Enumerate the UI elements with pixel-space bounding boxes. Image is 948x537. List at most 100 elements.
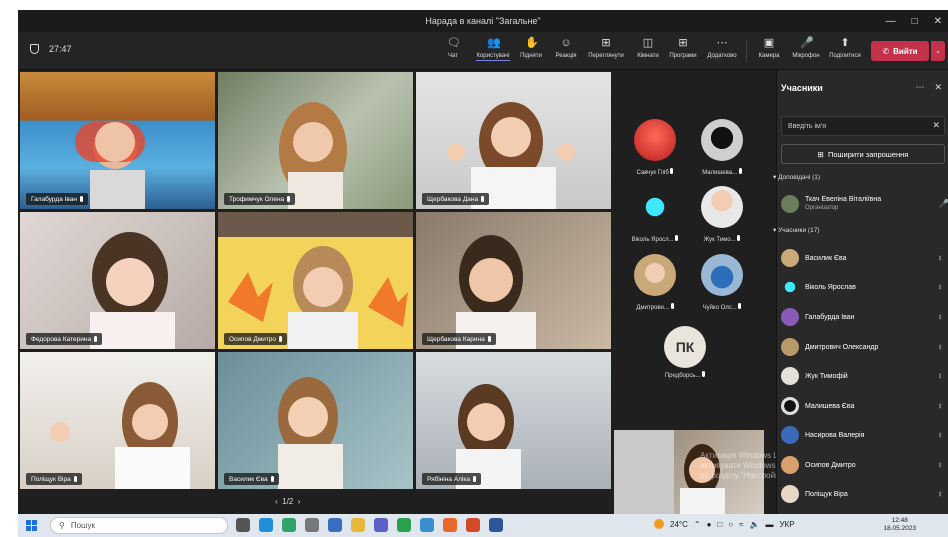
share-invite-button[interactable]: ⊞ Поширити запрошення	[781, 144, 945, 164]
chevron-right-icon[interactable]: ›	[298, 497, 301, 506]
weather-icon[interactable]	[654, 519, 664, 529]
rooms-icon: ◫	[642, 37, 654, 49]
teams-icon[interactable]	[374, 518, 388, 532]
avatar[interactable]	[701, 254, 743, 296]
mic-muted-icon: ⦂	[939, 253, 942, 262]
window-titlebar: Нарада в каналі "Загальне" — □ ✕	[18, 10, 948, 32]
attendees-section-header[interactable]: ▾ Учасники (17)	[773, 226, 820, 234]
chevron-up-icon[interactable]: ⌃	[694, 520, 701, 529]
view-button[interactable]: ⊞ Переглянути	[586, 37, 626, 59]
task-view-icon[interactable]	[236, 518, 250, 532]
language-indicator[interactable]: УКР	[779, 520, 794, 529]
video-tile[interactable]: Федорова Катерина	[20, 212, 215, 349]
video-tile[interactable]: Трофимчук Олена	[218, 72, 413, 209]
video-feed	[447, 102, 575, 209]
avatar-initials[interactable]: ПК	[664, 326, 706, 368]
windows-start-icon[interactable]	[26, 520, 37, 531]
participant-row[interactable]: Осипов Дмитро ⦂	[781, 454, 947, 476]
rooms-button[interactable]: ◫ Кімнати	[628, 37, 668, 59]
app-icon[interactable]	[420, 518, 434, 532]
tray-icon[interactable]: ●	[707, 520, 712, 529]
app-icon[interactable]	[443, 518, 457, 532]
wifi-icon[interactable]: ≈	[739, 520, 743, 529]
participant-row[interactable]: Дмитрович Олександр ⦂	[781, 336, 947, 358]
participant-row[interactable]: Василик Єва ⦂	[781, 247, 947, 269]
taskbar-search-input[interactable]: ⚲ Пошук	[50, 517, 228, 534]
panel-controls: ⋯ ✕	[915, 82, 942, 93]
participants-panel: Учасники ⋯ ✕ Введіть ім'я ✕ ⊞ Поширити з…	[773, 70, 948, 514]
participant-row[interactable]: Малишева Єва ⦂	[781, 395, 947, 417]
avatar-label: Чуйко Олс...	[687, 303, 757, 311]
powerpoint-icon[interactable]	[466, 518, 480, 532]
participant-row[interactable]: Віколь Ярослав ⦂	[781, 276, 947, 298]
presenters-section-header[interactable]: ▾ Доповідачі (1)	[773, 173, 820, 181]
camera-button[interactable]: ▣ Камера	[749, 37, 789, 59]
apps-button[interactable]: ⊞ Програми	[663, 37, 703, 59]
close-icon[interactable]: ✕	[934, 16, 942, 27]
system-tray: 24°C ⌃ ● □ ○ ≈ 🔈 ▬ УКР	[654, 519, 795, 529]
store-icon[interactable]	[282, 518, 296, 532]
mic-button[interactable]: 🎤 Мікрофон	[786, 37, 826, 59]
avatar[interactable]	[634, 254, 676, 296]
participant-name-tag: Щербакова Дана	[422, 193, 490, 205]
minimize-icon[interactable]: —	[886, 16, 896, 27]
battery-icon[interactable]: ▬	[765, 520, 773, 529]
tray-icon[interactable]: □	[717, 520, 722, 529]
speaker-icon[interactable]: 🔈	[750, 520, 760, 529]
avatar	[781, 308, 799, 326]
participant-row[interactable]: Поліщук Віра ⦂	[781, 483, 947, 505]
weather-temperature[interactable]: 24°C	[670, 520, 688, 529]
participant-row[interactable]: Жук Тимофій ⦂	[781, 365, 947, 387]
avatar[interactable]	[634, 186, 676, 228]
maximize-icon[interactable]: □	[912, 16, 918, 27]
participant-search-input[interactable]: Введіть ім'я ✕	[781, 116, 945, 136]
mic-muted-icon: ⦂	[939, 342, 942, 351]
avatar-label: Віколь Яросл...	[620, 235, 690, 243]
microphone-icon	[94, 336, 98, 342]
mic-muted-icon: ⦂	[939, 460, 942, 469]
plus-box-icon: ⊞	[678, 37, 688, 49]
reactions-button[interactable]: ☺ Реакція	[546, 37, 586, 59]
edge-icon[interactable]	[259, 518, 273, 532]
share-button[interactable]: ⬆ Поділитися	[825, 37, 865, 59]
raise-hand-button[interactable]: ✋ Підняти	[511, 37, 551, 59]
microphone-icon: 🎤	[800, 37, 814, 49]
participant-row[interactable]: Ткач Евеліна Віталіївна Організатор 🎤	[781, 193, 948, 215]
video-tile[interactable]: Василик Єва	[218, 352, 413, 489]
participant-row[interactable]: Галабурда Іван ⦂	[781, 306, 947, 328]
avatar[interactable]	[701, 186, 743, 228]
chrome-icon[interactable]	[397, 518, 411, 532]
clear-icon[interactable]: ✕	[932, 120, 940, 131]
participant-row[interactable]: Насирова Валерія ⦂	[781, 424, 947, 446]
stage-pager[interactable]: ‹ 1/2 ›	[275, 497, 300, 506]
avatar[interactable]	[701, 119, 743, 161]
people-button[interactable]: 👥 Користувачі	[473, 37, 513, 61]
clock-time: 12:48	[891, 517, 908, 524]
word-icon[interactable]	[489, 518, 503, 532]
close-icon[interactable]: ✕	[934, 82, 942, 93]
avatar[interactable]	[634, 119, 676, 161]
participant-name: Поліщук Віра	[805, 490, 848, 498]
file-explorer-icon[interactable]	[351, 518, 365, 532]
video-feed	[278, 377, 343, 489]
more-icon[interactable]: ⋯	[915, 82, 924, 93]
chat-button[interactable]: 🗨 Чат	[433, 37, 473, 59]
participant-role: Організатор	[805, 205, 839, 211]
more-button[interactable]: ⋯ Додатково	[702, 37, 742, 59]
leave-options-chevron-icon[interactable]: ⌄	[931, 41, 945, 61]
video-tile[interactable]: Щербакова Карина	[416, 212, 611, 349]
app-icon[interactable]	[305, 518, 319, 532]
video-tile[interactable]: Галабурда Іван	[20, 72, 215, 209]
shield-icon[interactable]	[30, 44, 39, 54]
avatar	[781, 249, 799, 267]
chevron-left-icon[interactable]: ‹	[275, 497, 278, 506]
mail-icon[interactable]	[328, 518, 342, 532]
leave-button[interactable]: ✆ Вийти	[871, 41, 929, 61]
taskbar-clock[interactable]: 12:48 18.05.2023	[883, 517, 916, 533]
microphone-icon	[80, 196, 84, 202]
tray-icon[interactable]: ○	[728, 520, 733, 529]
video-tile[interactable]: Осипов Дмитро	[218, 212, 413, 349]
video-tile[interactable]: Рябініна Аліка	[416, 352, 611, 489]
video-tile[interactable]: Поліщук Віра	[20, 352, 215, 489]
video-tile[interactable]: Щербакова Дана	[416, 72, 611, 209]
